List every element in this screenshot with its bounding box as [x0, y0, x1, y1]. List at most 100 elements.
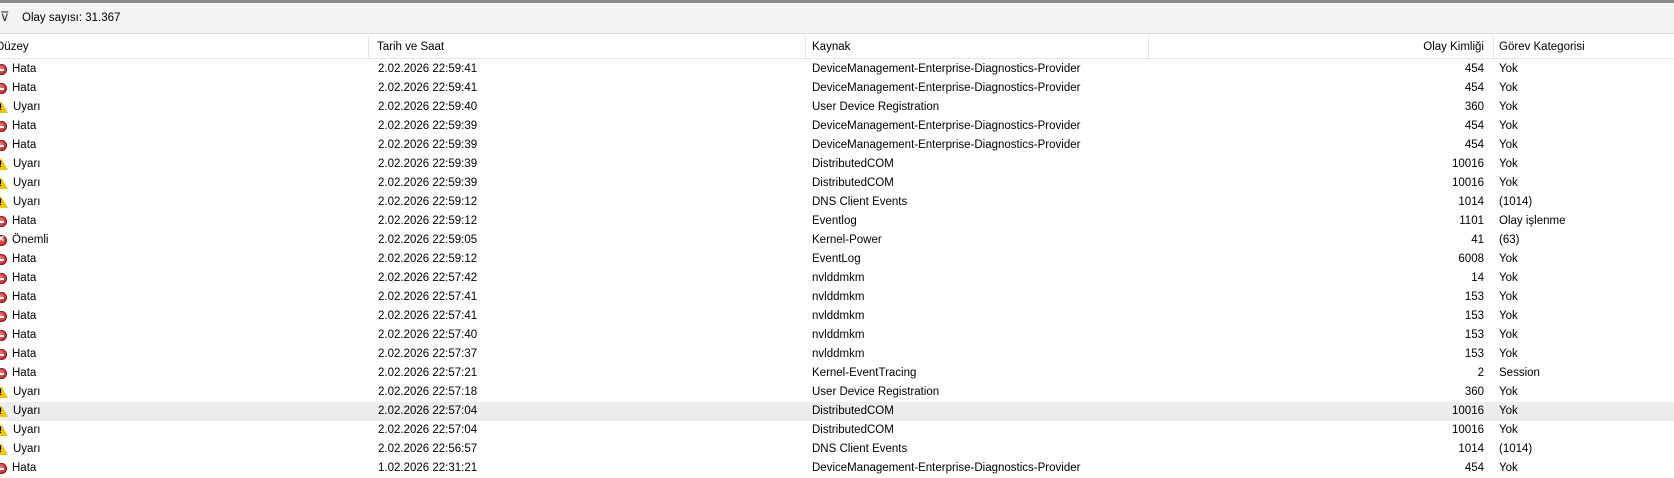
task-category-cell: Yok [1499, 386, 1518, 398]
table-row[interactable]: Hata 2.02.2026 22:57:41 nvlddmkm 153 Yok [0, 288, 1674, 307]
column-divider[interactable] [1493, 36, 1494, 58]
table-row[interactable]: Uyarı 2.02.2026 22:57:18 User Device Regis… [0, 383, 1674, 402]
date-cell: 2.02.2026 22:59:12 [378, 196, 478, 208]
table-row[interactable]: Hata 2.02.2026 22:57:41 nvlddmkm 153 Yok [0, 307, 1674, 326]
table-row[interactable]: Uyarı 2.02.2026 22:59:40 User Device Regis… [0, 98, 1674, 117]
task-category-cell: Yok [1499, 310, 1518, 322]
table-row[interactable]: Hata 2.02.2026 22:59:39 DeviceManagement-E… [0, 117, 1674, 136]
level-label: Hata [12, 253, 37, 265]
table-row[interactable]: Uyarı 2.02.2026 22:59:39 DistributedCOM 100… [0, 174, 1674, 193]
task-category-cell: Yok [1499, 63, 1518, 75]
level-label: Hata [12, 329, 37, 341]
task-category-cell: Yok [1499, 139, 1518, 151]
level-cell: Uyarı [0, 386, 40, 398]
level-label: Hata [12, 215, 37, 227]
error-icon [0, 310, 7, 322]
level-cell: Uyarı [0, 196, 40, 208]
level-cell: Hata [0, 82, 36, 94]
table-row[interactable]: Hata 2.02.2026 22:57:37 nvlddmkm 153 Yok [0, 345, 1674, 364]
date-cell: 2.02.2026 22:57:04 [378, 405, 478, 417]
source-cell: DistributedCOM [812, 424, 894, 436]
error-icon [0, 462, 7, 474]
event-id-cell: 1014 [1458, 443, 1484, 455]
column-event-id[interactable]: Olay Kimliği [1423, 41, 1484, 59]
error-icon [0, 120, 7, 132]
table-row[interactable]: Önemli 2.02.2026 22:59:05 Kernel-Power 41 (6… [0, 231, 1674, 250]
event-id-cell: 360 [1464, 386, 1484, 398]
level-label: Hata [12, 82, 37, 94]
level-label: Uyarı [13, 424, 41, 436]
level-label: Hata [12, 272, 37, 284]
table-row[interactable]: Uyarı 2.02.2026 22:57:04 DistributedCOM 100… [0, 421, 1674, 440]
source-cell: DeviceManagement-Enterprise-Diagnostics-… [812, 120, 1081, 132]
table-row[interactable]: Hata 2.02.2026 22:59:39 DeviceManagement-E… [0, 136, 1674, 155]
source-cell: DistributedCOM [812, 158, 894, 170]
table-row[interactable]: Hata 2.02.2026 22:57:40 nvlddmkm 153 Yok [0, 326, 1674, 345]
event-id-cell: 153 [1464, 291, 1484, 303]
event-id-cell: 153 [1464, 348, 1484, 360]
table-row[interactable]: Uyarı 2.02.2026 22:59:39 DistributedCOM 100… [0, 155, 1674, 174]
table-row[interactable]: Uyarı 2.02.2026 22:57:04 DistributedCOM 100… [0, 402, 1674, 421]
level-cell: Hata [0, 291, 36, 303]
level-cell: Hata [0, 215, 36, 227]
level-label: Uyarı [13, 101, 41, 113]
date-cell: 1.02.2026 22:31:21 [378, 462, 478, 474]
task-category-cell: Yok [1499, 272, 1518, 284]
level-label: Uyarı [13, 177, 41, 189]
table-row[interactable]: Hata 2.02.2026 22:59:41 DeviceManagement-E… [0, 79, 1674, 98]
event-id-cell: 1014 [1458, 196, 1484, 208]
level-cell: Hata [0, 348, 36, 360]
warning-icon [0, 158, 8, 170]
column-divider[interactable] [368, 36, 369, 58]
level-cell: Uyarı [0, 443, 40, 455]
level-label: Hata [12, 367, 37, 379]
error-icon [0, 139, 7, 151]
column-divider[interactable] [805, 36, 806, 58]
filter-icon[interactable]: ⊽ [0, 9, 10, 25]
source-cell: nvlddmkm [812, 310, 865, 322]
date-cell: 2.02.2026 22:59:40 [378, 101, 478, 113]
source-cell: Eventlog [812, 215, 857, 227]
level-cell: Önemli [0, 233, 48, 246]
warning-icon [0, 424, 8, 436]
date-cell: 2.02.2026 22:59:39 [378, 120, 478, 132]
source-cell: nvlddmkm [812, 329, 865, 341]
table-row[interactable]: Uyarı 2.02.2026 22:59:12 DNS Client Events… [0, 193, 1674, 212]
date-cell: 2.02.2026 22:57:04 [378, 424, 478, 436]
warning-icon [0, 177, 8, 189]
table-row[interactable]: Hata 2.02.2026 22:59:12 EventLog 6008 Yok [0, 250, 1674, 269]
level-label: Uyarı [13, 158, 41, 170]
column-level[interactable]: Düzey [0, 41, 29, 59]
column-divider[interactable] [1148, 36, 1149, 58]
task-category-cell: Yok [1499, 120, 1518, 132]
level-label: Uyarı [13, 443, 41, 455]
error-icon [0, 291, 7, 303]
source-cell: DeviceManagement-Enterprise-Diagnostics-… [812, 462, 1081, 474]
column-source[interactable]: Kaynak [812, 41, 850, 59]
source-cell: DeviceManagement-Enterprise-Diagnostics-… [812, 82, 1081, 94]
date-cell: 2.02.2026 22:59:41 [378, 63, 478, 75]
date-cell: 2.02.2026 22:56:57 [378, 443, 478, 455]
event-id-cell: 41 [1471, 234, 1484, 246]
table-row[interactable]: Hata 2.02.2026 22:59:12 Eventlog 1101 Olay i… [0, 212, 1674, 231]
task-category-cell: Yok [1499, 82, 1518, 94]
event-id-cell: 1101 [1459, 215, 1484, 227]
table-row[interactable]: Hata 2.02.2026 22:57:42 nvlddmkm 14 Yok [0, 269, 1674, 288]
date-cell: 2.02.2026 22:57:42 [378, 272, 478, 284]
level-cell: Uyarı [0, 158, 40, 170]
table-row[interactable]: Hata 2.02.2026 22:59:41 DeviceManagement-E… [0, 60, 1674, 79]
table-row[interactable]: Hata 1.02.2026 22:31:21 DeviceManagement-E… [0, 459, 1674, 478]
source-cell: DNS Client Events [812, 443, 908, 455]
column-date[interactable]: Tarih ve Saat [377, 41, 444, 59]
error-icon [0, 329, 7, 341]
date-cell: 2.02.2026 22:57:37 [378, 348, 478, 360]
table-row[interactable]: Uyarı 2.02.2026 22:56:57 DNS Client Events… [0, 440, 1674, 459]
error-icon [0, 367, 7, 379]
task-category-cell: (1014) [1499, 443, 1533, 455]
source-cell: Kernel-Power [812, 234, 882, 246]
date-cell: 2.02.2026 22:57:40 [378, 329, 478, 341]
level-cell: Hata [0, 462, 36, 474]
table-row[interactable]: Hata 2.02.2026 22:57:21 Kernel-EventTracin… [0, 364, 1674, 383]
column-task-category[interactable]: Görev Kategorisi [1499, 41, 1585, 59]
event-id-cell: 2 [1477, 367, 1484, 379]
